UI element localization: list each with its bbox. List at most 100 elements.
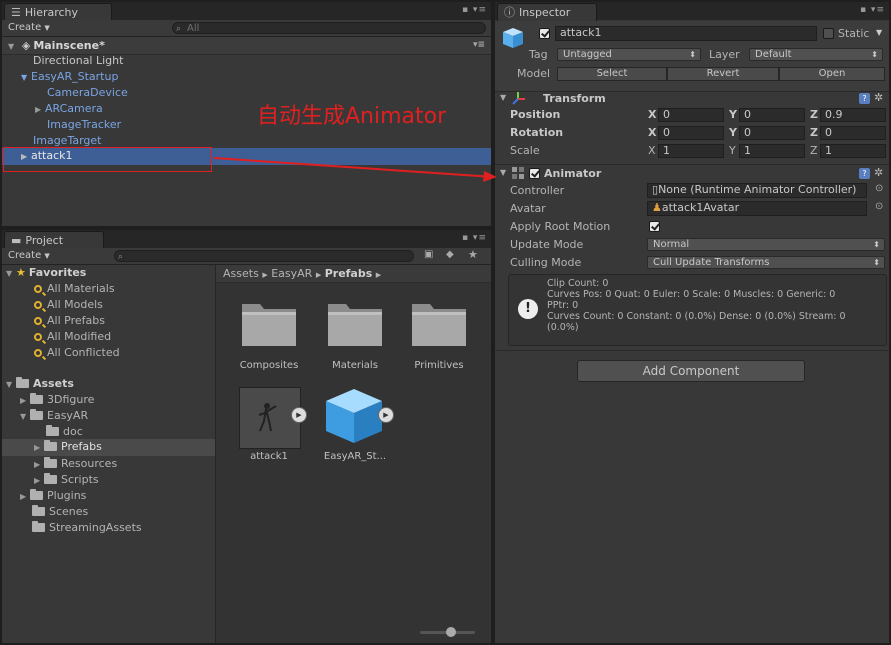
help-book-icon[interactable]: ?	[859, 93, 870, 104]
favorite-all-conflicted[interactable]: All Conflicted	[34, 345, 120, 361]
help-book-icon[interactable]: ?	[859, 168, 870, 179]
filter-by-type-icon[interactable]: ▣	[424, 249, 433, 260]
scale-x-field[interactable]: 1	[658, 144, 724, 158]
hierarchy-create-button[interactable]: Create ▼	[8, 21, 50, 35]
tree-item-scenes[interactable]: Scenes	[32, 504, 88, 520]
tree-item-resources[interactable]: ▶ Resources	[34, 456, 117, 472]
avatar-field[interactable]: ♟attack1Avatar	[647, 201, 867, 216]
model-label: Model	[517, 67, 551, 80]
folder-icon	[46, 425, 59, 436]
update-mode-dropdown[interactable]: Normal ⬍	[647, 238, 885, 251]
collapse-triangle-icon[interactable]: ▶	[34, 440, 44, 456]
breadcrumb: Assets ▶ EasyAR ▶ Prefabs ▶	[216, 265, 491, 283]
zoom-slider-thumb[interactable]	[446, 627, 456, 637]
play-preview-icon[interactable]: ▶	[378, 407, 394, 423]
culling-mode-dropdown[interactable]: Cull Update Transforms ⬍	[647, 256, 885, 269]
grid-item-easyar-startup[interactable]: ▶ EasyAR_St...	[320, 385, 400, 465]
scale-z-field[interactable]: 1	[820, 144, 886, 158]
tab-project[interactable]: ▬ Project	[4, 231, 104, 249]
collapse-triangle-icon[interactable]: ▶	[20, 393, 30, 409]
breadcrumb-easyar[interactable]: EasyAR	[271, 267, 312, 280]
model-select-button[interactable]: Select	[557, 67, 667, 81]
controller-field[interactable]: ▯None (Runtime Animator Controller)	[647, 183, 867, 198]
animator-enabled-checkbox[interactable]	[529, 168, 540, 179]
expand-triangle-icon[interactable]: ▼	[6, 266, 16, 282]
expand-triangle-icon[interactable]: ▼	[20, 409, 30, 425]
collapse-triangle-icon[interactable]: ▶	[34, 457, 44, 473]
favorite-all-prefabs[interactable]: All Prefabs	[34, 313, 105, 329]
favorites-header[interactable]: ▼ ★ Favorites	[6, 265, 86, 281]
tree-item-streaming-assets[interactable]: StreamingAssets	[32, 520, 142, 536]
favorite-all-modified[interactable]: All Modified	[34, 329, 111, 345]
tab-inspector[interactable]: ⓘ Inspector	[497, 3, 597, 21]
layer-dropdown[interactable]: Default ⬍	[749, 48, 883, 61]
model-revert-button[interactable]: Revert	[667, 67, 779, 81]
zoom-slider[interactable]	[420, 627, 475, 637]
gear-icon[interactable]: ✲	[874, 91, 883, 104]
position-x-field[interactable]: 0	[658, 108, 724, 122]
hierarchy-item-easyar-startup[interactable]: ▼ EasyAR_Startup	[21, 69, 118, 85]
scale-y-field[interactable]: 1	[739, 144, 805, 158]
object-name-field[interactable]: attack1	[555, 26, 817, 41]
expand-triangle-icon[interactable]: ▼	[6, 377, 16, 393]
hierarchy-item-image-tracker[interactable]: ImageTracker	[47, 117, 121, 133]
breadcrumb-prefabs[interactable]: Prefabs	[325, 267, 373, 280]
tree-item-3dfigure[interactable]: ▶ 3Dfigure	[20, 392, 94, 408]
hierarchy-item-label: ImageTracker	[47, 118, 122, 131]
rotation-y-field[interactable]: 0	[739, 126, 805, 140]
rotation-z-field[interactable]: 0	[820, 126, 886, 140]
tree-item-plugins[interactable]: ▶ Plugins	[20, 488, 86, 504]
collapse-triangle-icon[interactable]: ▶	[35, 102, 45, 118]
collapse-triangle-icon[interactable]: ▶	[20, 489, 30, 505]
breadcrumb-assets[interactable]: Assets	[223, 267, 259, 280]
play-preview-icon[interactable]: ▶	[291, 407, 307, 423]
panel-menu-icon[interactable]: ▪ ▾≡	[462, 233, 487, 243]
hierarchy-search-input[interactable]: ⌕ All	[172, 22, 486, 34]
grid-item-materials[interactable]: Materials	[316, 298, 396, 378]
tree-item-label: Scenes	[49, 505, 89, 518]
model-open-button[interactable]: Open	[779, 67, 885, 81]
active-checkbox[interactable]	[539, 28, 550, 39]
filter-by-label-icon[interactable]: ◆	[446, 249, 454, 260]
tag-dropdown[interactable]: Untagged ⬍	[557, 48, 701, 61]
transform-title: Transform	[543, 92, 606, 105]
favorite-star-icon[interactable]: ★	[468, 248, 478, 261]
apply-root-motion-checkbox[interactable]	[649, 221, 660, 232]
tree-item-scripts[interactable]: ▶ Scripts	[34, 472, 99, 488]
grid-item-attack1[interactable]: ▶ attack1	[236, 385, 316, 465]
expand-triangle-icon[interactable]: ▼	[500, 93, 506, 102]
object-picker-icon[interactable]: ⊙	[875, 183, 883, 194]
hierarchy-create-label: Create	[8, 22, 42, 33]
expand-triangle-icon[interactable]: ▼	[500, 168, 506, 177]
layer-value: Default	[755, 49, 792, 60]
expand-triangle-icon[interactable]: ▼	[21, 70, 31, 86]
position-z-field[interactable]: 0.9	[820, 108, 886, 122]
position-y-field[interactable]: 0	[739, 108, 805, 122]
scene-menu-icon[interactable]: ▾≡	[473, 37, 485, 54]
gear-icon[interactable]: ✲	[874, 166, 883, 179]
hierarchy-item-camera-device[interactable]: CameraDevice	[47, 85, 128, 101]
favorite-all-models[interactable]: All Models	[34, 297, 103, 313]
favorite-all-materials[interactable]: All Materials	[34, 281, 115, 297]
collapse-triangle-icon[interactable]: ▶	[34, 473, 44, 489]
hierarchy-item-directional-light[interactable]: Directional Light	[33, 53, 123, 69]
grid-item-composites[interactable]: Composites	[230, 298, 310, 378]
tree-item-doc[interactable]: doc	[46, 424, 83, 440]
project-create-button[interactable]: Create ▼	[8, 249, 50, 263]
tree-item-prefabs[interactable]: ▶ Prefabs	[2, 439, 215, 456]
grid-item-primitives[interactable]: Primitives	[400, 298, 480, 378]
add-component-button[interactable]: Add Component	[577, 360, 805, 382]
assets-header[interactable]: ▼ Assets	[6, 376, 74, 392]
panel-menu-icon[interactable]: ▪ ▾≡	[462, 5, 487, 15]
updown-arrow-icon: ⬍	[871, 50, 878, 59]
object-picker-icon[interactable]: ⊙	[875, 201, 883, 212]
static-dropdown-icon[interactable]: ▼	[876, 28, 882, 37]
hierarchy-item-arcamera[interactable]: ▶ ARCamera	[35, 101, 103, 117]
tab-hierarchy[interactable]: ☰ Hierarchy	[4, 3, 112, 21]
rotation-x-field[interactable]: 0	[658, 126, 724, 140]
hierarchy-search-placeholder: All	[187, 23, 200, 34]
tree-item-easyar[interactable]: ▼ EasyAR	[20, 408, 88, 424]
static-checkbox[interactable]	[823, 28, 834, 39]
project-search-input[interactable]: ⌕	[114, 250, 414, 262]
panel-menu-icon[interactable]: ▪ ▾≡	[860, 5, 885, 15]
